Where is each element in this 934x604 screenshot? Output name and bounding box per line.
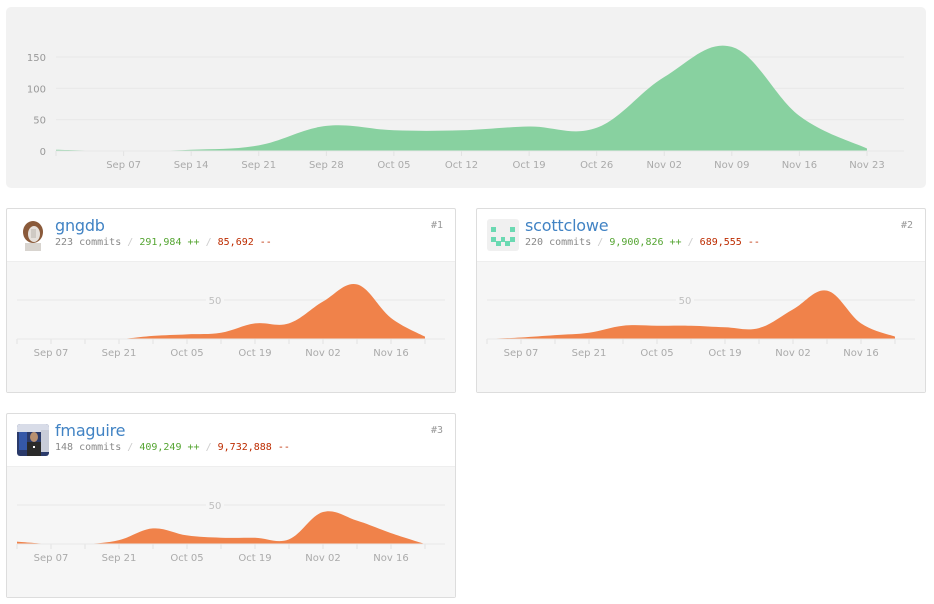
x-tick-label: Nov 02 xyxy=(647,160,682,171)
stats-separator: / xyxy=(597,237,604,248)
contributor-rank: #2 xyxy=(900,220,913,231)
x-tick-label: Sep 21 xyxy=(241,160,276,171)
card-header: gngdb 223 commits / 291,984 ++ / 85,692 … xyxy=(7,209,455,262)
avatar[interactable] xyxy=(487,219,519,251)
x-tick-label: Nov 09 xyxy=(714,160,749,171)
area-series xyxy=(56,45,867,152)
contributor-rank: #1 xyxy=(430,220,443,231)
contributor-stats: 220 commits / 9,900,826 ++ / 689,555 -- xyxy=(525,237,760,248)
stats-separator: / xyxy=(687,237,694,248)
y-tick-label: 50 xyxy=(679,296,692,307)
x-tick-label: Oct 19 xyxy=(512,160,545,171)
contributor-chart: 50 Sep 07 Sep 21 Oct 05 Oct 19 Nov 02 Nov 16 xyxy=(477,262,925,392)
area-series xyxy=(17,283,425,340)
contributor-stats: 148 commits / 409,249 ++ / 9,732,888 -- xyxy=(55,442,290,453)
additions-count: 9,900,826 ++ xyxy=(609,237,682,248)
additions-count: 291,984 ++ xyxy=(139,237,200,248)
card-header: scottclowe 220 commits / 9,900,826 ++ / … xyxy=(477,209,925,262)
x-tick-label: Oct 19 xyxy=(238,348,271,359)
additions-count: 409,249 ++ xyxy=(139,442,200,453)
x-tick-label: Sep 28 xyxy=(309,160,344,171)
x-tick-label: Nov 23 xyxy=(849,160,884,171)
y-tick-label: 0 xyxy=(40,147,46,158)
x-tick-label: Nov 02 xyxy=(305,348,340,359)
contributor-chart-svg: 50 Sep 07 Sep 21 Oct 05 Oct 19 Nov 02 Nov 16 xyxy=(486,290,915,359)
avatar[interactable] xyxy=(17,424,49,456)
x-tick-label: Nov 02 xyxy=(775,348,810,359)
x-tick-label: Sep 07 xyxy=(34,553,69,564)
x-tick-label: Sep 07 xyxy=(106,160,141,171)
stats-separator: / xyxy=(205,442,212,453)
x-tick-label: Sep 07 xyxy=(34,348,69,359)
commit-count: 220 commits xyxy=(525,237,592,248)
x-tick-label: Oct 05 xyxy=(377,160,410,171)
contributor-username-link[interactable]: gngdb xyxy=(55,216,105,235)
x-tick-label: Sep 07 xyxy=(504,348,539,359)
x-tick-label: Oct 05 xyxy=(170,553,203,564)
contributor-card: scottclowe 220 commits / 9,900,826 ++ / … xyxy=(476,208,926,393)
x-tick-label: Sep 21 xyxy=(102,348,137,359)
contributor-stats: 223 commits / 291,984 ++ / 85,692 -- xyxy=(55,237,272,248)
x-tick-label: Sep 21 xyxy=(102,553,137,564)
contributor-chart-svg: 50 Sep 07 Sep 21 Oct 05 Oct 19 Nov 02 Nov 16 xyxy=(16,499,445,564)
stats-separator: / xyxy=(127,237,134,248)
x-tick-label: Oct 19 xyxy=(708,348,741,359)
contributor-chart: 50 Sep 07 Sep 21 Oct 05 Oct 19 Nov 02 Nov 16 xyxy=(7,467,455,597)
commit-count: 148 commits xyxy=(55,442,122,453)
deletions-count: 9,732,888 -- xyxy=(217,442,290,453)
y-tick-label: 100 xyxy=(27,84,46,95)
gngdb-avatar-icon xyxy=(17,219,49,251)
x-tick-label: Oct 12 xyxy=(445,160,478,171)
card-header: fmaguire 148 commits / 409,249 ++ / 9,73… xyxy=(7,414,455,467)
scottclowe-identicon-icon xyxy=(487,219,519,251)
x-tick-label: Nov 02 xyxy=(305,553,340,564)
x-tick-label: Oct 26 xyxy=(580,160,613,171)
contributor-card: fmaguire 148 commits / 409,249 ++ / 9,73… xyxy=(6,413,456,598)
deletions-count: 689,555 -- xyxy=(699,237,760,248)
y-tick-label: 50 xyxy=(209,296,222,307)
main-chart-svg: 0 50 100 150 Sep 07 Sep 14 Sep 21 Sep 28 Oct 05 O… xyxy=(27,45,904,171)
y-tick-label: 50 xyxy=(209,501,222,512)
area-series xyxy=(17,511,425,545)
x-tick-label: Nov 16 xyxy=(373,348,408,359)
x-tick-label: Oct 05 xyxy=(170,348,203,359)
contributor-username-link[interactable]: scottclowe xyxy=(525,216,609,235)
commit-count: 223 commits xyxy=(55,237,122,248)
contributor-chart: 50 Sep 07 Sep 21 Oct 05 Oct 19 Nov 02 Nov 16 xyxy=(7,262,455,392)
x-tick-label: Nov 16 xyxy=(373,553,408,564)
fmaguire-avatar-icon xyxy=(17,424,49,456)
x-tick-label: Oct 19 xyxy=(238,553,271,564)
x-tick-label: Sep 14 xyxy=(174,160,209,171)
contributor-card: gngdb 223 commits / 291,984 ++ / 85,692 … xyxy=(6,208,456,393)
deletions-count: 85,692 -- xyxy=(217,237,272,248)
x-tick-label: Sep 21 xyxy=(572,348,607,359)
contributor-username-link[interactable]: fmaguire xyxy=(55,421,125,440)
x-tick-label: Nov 16 xyxy=(843,348,878,359)
x-tick-label: Oct 05 xyxy=(640,348,673,359)
y-tick-label: 150 xyxy=(27,53,46,64)
x-tick-label: Nov 16 xyxy=(782,160,817,171)
contributor-rank: #3 xyxy=(430,425,443,436)
stats-separator: / xyxy=(205,237,212,248)
contributor-chart-svg: 50 Sep 07 Sep 21 Oct 05 Oct 19 Nov 02 Nov 16 xyxy=(16,283,445,359)
avatar[interactable] xyxy=(17,219,49,251)
y-tick-label: 50 xyxy=(33,116,46,127)
contributions-overview-chart: 0 50 100 150 Sep 07 Sep 14 Sep 21 Sep 28 Oct 05 O… xyxy=(6,7,926,188)
stats-separator: / xyxy=(127,442,134,453)
